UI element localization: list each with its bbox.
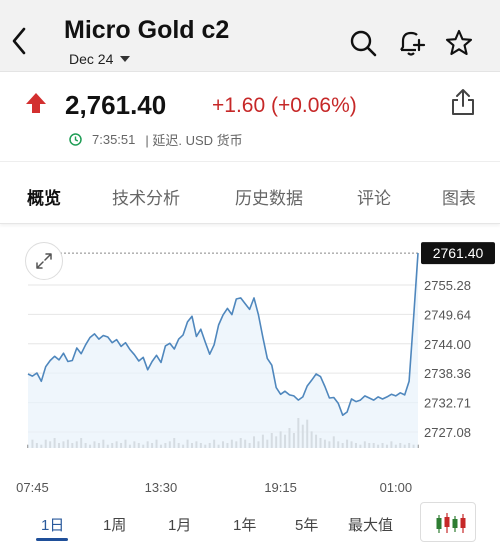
last-price-tag-label: 2761.40 [433,245,484,261]
y-tick-label: 2749.64 [424,307,471,322]
expand-icon [36,253,52,269]
search-icon[interactable] [348,28,378,58]
x-tick-label: 07:45 [16,480,49,495]
price-chart[interactable]: 2755.28 2749.64 2744.00 2738.36 2732.71 2727.… [0,232,500,502]
contract-selector[interactable]: Dec 24 [69,51,131,67]
range-1m[interactable]: 1月 [168,514,191,535]
price-change: +1.60 (+0.06%) [212,94,357,117]
y-tick-label: 2744.00 [424,337,471,352]
top-bar: Micro Gold c2 Dec 24 [0,0,500,72]
quote-time: 7:35:51 [92,132,136,147]
price-area [28,253,418,448]
tab-technical[interactable]: 技术分析 [112,184,180,209]
tab-comments[interactable]: 评论 [357,184,391,209]
x-tick-label: 01:00 [380,480,413,495]
y-tick-label: 2738.36 [424,366,471,381]
star-icon[interactable] [444,28,474,58]
expand-button[interactable] [25,242,63,280]
active-range-indicator [36,538,68,541]
up-arrow-icon [26,93,46,113]
range-1w[interactable]: 1周 [103,514,126,535]
time-range-bar: 1日 1周 1月 1年 5年 最大值 [0,502,500,550]
instrument-title: Micro Gold c2 [64,16,230,44]
y-tick-label: 2755.28 [424,278,471,293]
x-tick-label: 13:30 [145,480,178,495]
candlestick-icon [436,513,466,533]
price-chart-canvas: 2755.28 2749.64 2744.00 2738.36 2732.71 2727.… [16,242,495,495]
y-tick-label: 2732.71 [424,396,471,411]
last-price: 2,761.40 [65,90,167,120]
tab-historical[interactable]: 历史数据 [235,184,303,209]
candlestick-toggle-button[interactable] [420,502,476,542]
caret-down-icon [120,55,131,62]
bell-plus-icon[interactable] [396,28,426,58]
contract-label: Dec 24 [69,51,114,67]
share-icon[interactable] [449,87,477,117]
range-1d[interactable]: 1日 [41,514,64,535]
section-tabs: 概览 技术分析 历史数据 评论 图表 [0,162,500,224]
delay-note: | 延迟. USD 货币 [145,133,243,148]
tab-chart[interactable]: 图表 [442,184,476,209]
y-tick-label: 2727.08 [424,425,471,440]
range-1y[interactable]: 1年 [233,514,256,535]
quote-panel: 2,761.40 +1.60 (+0.06%) 7:35:51 | 延迟. US… [0,72,500,162]
range-5y[interactable]: 5年 [295,514,318,535]
chevron-left-icon[interactable] [8,24,32,58]
x-tick-label: 19:15 [264,480,297,495]
tab-overview[interactable]: 概览 [27,184,61,209]
range-max[interactable]: 最大值 [348,514,393,535]
quote-meta: 7:35:51 | 延迟. USD 货币 [69,130,243,149]
clock-icon [69,133,82,146]
